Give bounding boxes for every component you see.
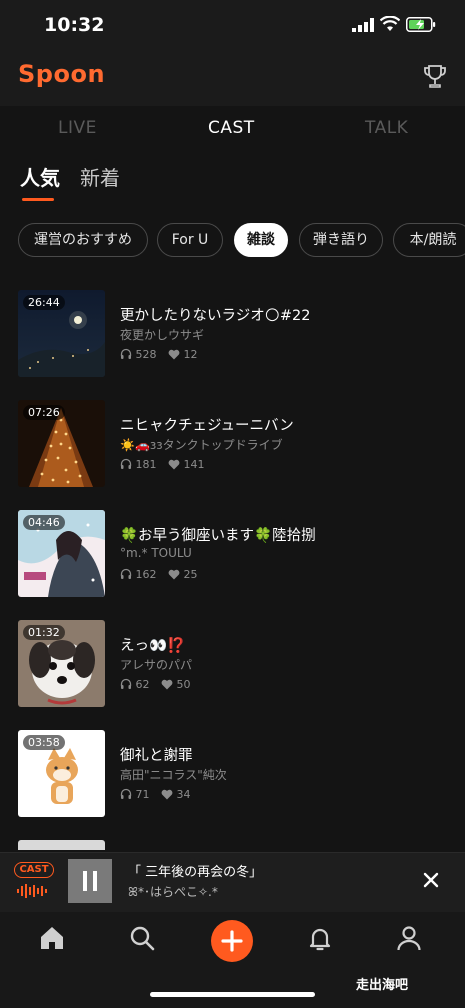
profile-icon[interactable]: [395, 924, 423, 952]
cast-title: 🍀お早う御座います🍀陸拾捌: [120, 528, 316, 544]
cast-item[interactable]: 26:44 更かしたりないラジオ🌕#22 夜更かしウサギ 528 12: [0, 290, 465, 380]
heart-icon: [168, 459, 180, 470]
tab-live[interactable]: LIVE: [58, 118, 97, 138]
trophy-icon[interactable]: [423, 64, 447, 90]
bottom-nav: 走出海吧: [0, 912, 465, 1008]
cast-thumbnail: [18, 840, 105, 850]
cast-stats: 71 34: [120, 788, 191, 801]
cast-plays: 528: [135, 348, 157, 361]
cast-likes: 12: [183, 348, 198, 361]
plus-icon: [221, 930, 243, 952]
cast-author: アレサのパパ: [120, 658, 193, 672]
headphones-icon: [120, 458, 132, 469]
mini-player[interactable]: CAST 「 三年後の再会の冬」 ꕤ*･はらぺこ✧.*: [0, 852, 465, 912]
cast-duration: 07:26: [23, 405, 65, 420]
battery-icon: [406, 17, 436, 32]
cast-item[interactable]: 07:26 ニヒャクチェジューニバン ☀️🚗ззタンクトップドライブ 181 1…: [0, 400, 465, 490]
search-icon[interactable]: [128, 924, 156, 952]
cast-title: えっ👀⁉️: [120, 638, 186, 654]
cast-stats: 181 141: [120, 458, 205, 471]
heart-icon: [168, 349, 180, 360]
cast-item[interactable]: 01:32 えっ👀⁉️ アレサのパパ 62 50: [0, 620, 465, 710]
player-author: ꕤ*･はらぺこ✧.*: [128, 885, 218, 899]
headphones-icon: [120, 678, 132, 689]
cast-plays: 71: [135, 788, 150, 801]
wifi-icon: [380, 16, 400, 31]
spoon-logo[interactable]: Spoon: [18, 60, 105, 88]
create-button[interactable]: [211, 920, 253, 962]
cast-item-partial[interactable]: [0, 840, 465, 850]
cast-thumbnail: 03:58: [18, 730, 105, 817]
status-bar: 10:32: [0, 0, 465, 52]
cast-duration: 04:46: [23, 515, 65, 530]
cast-stats: 528 12: [120, 348, 198, 361]
home-indicator: [150, 992, 315, 997]
sort-tabs: 人気 新着: [0, 158, 465, 208]
chip-recommended[interactable]: 運営のおすすめ: [18, 223, 148, 257]
headphones-icon: [120, 788, 132, 799]
bell-icon[interactable]: [306, 924, 334, 952]
close-icon[interactable]: [422, 871, 440, 889]
cast-title: ニヒャクチェジューニバン: [120, 418, 294, 434]
cast-badge: CAST: [14, 862, 54, 878]
cast-author: °m.* TOULU: [120, 546, 192, 560]
cast-duration: 03:58: [23, 735, 65, 750]
equalizer-icon: [17, 884, 47, 898]
active-tab-indicator: [22, 198, 54, 201]
pause-icon[interactable]: [68, 859, 112, 903]
tab-popular[interactable]: 人気: [20, 162, 60, 191]
cast-thumbnail: 01:32: [18, 620, 105, 707]
cast-likes: 34: [176, 788, 191, 801]
tab-new[interactable]: 新着: [80, 162, 120, 191]
tab-talk[interactable]: TALK: [365, 118, 408, 138]
chip-reading[interactable]: 本/朗読: [393, 223, 465, 257]
cast-thumbnail: 26:44: [18, 290, 105, 377]
headphones-icon: [120, 568, 132, 579]
heart-icon: [161, 679, 173, 690]
chip-for-u[interactable]: For U: [157, 223, 223, 257]
status-time: 10:32: [44, 14, 105, 36]
player-title: 「 三年後の再会の冬」: [128, 865, 263, 880]
heart-icon: [168, 569, 180, 580]
cast-duration: 01:32: [23, 625, 65, 640]
cast-plays: 181: [135, 458, 157, 471]
main-tabs: LIVE CAST TALK: [0, 106, 465, 152]
headphones-icon: [120, 348, 132, 359]
cast-stats: 162 25: [120, 568, 198, 581]
cast-author: 高田"ニコラス"純次: [120, 768, 227, 782]
category-chips: 運営のおすすめ For U 雑談 弾き語り 本/朗読: [0, 223, 465, 259]
cast-title: 御礼と謝罪: [120, 748, 193, 764]
cast-duration: 26:44: [23, 295, 65, 310]
cast-author: 夜更かしウサギ: [120, 328, 205, 342]
home-icon[interactable]: [38, 924, 66, 952]
chip-singing[interactable]: 弾き語り: [299, 223, 383, 257]
cast-likes: 50: [176, 678, 191, 691]
cast-stats: 62 50: [120, 678, 191, 691]
cast-likes: 141: [183, 458, 205, 471]
cast-thumbnail: 07:26: [18, 400, 105, 487]
watermark: 走出海吧: [356, 978, 409, 993]
cast-item[interactable]: 04:46 🍀お早う御座います🍀陸拾捌 °m.* TOULU 162 25: [0, 510, 465, 600]
signal-icon: [352, 18, 374, 32]
player-thumbnail[interactable]: [68, 859, 112, 903]
cast-author: ☀️🚗ззタンクトップドライブ: [120, 438, 283, 452]
cast-plays: 62: [135, 678, 150, 691]
app-header: Spoon: [0, 52, 465, 106]
chip-chat[interactable]: 雑談: [234, 223, 288, 257]
cast-item[interactable]: 03:58 御礼と謝罪 高田"ニコラス"純次 71 34: [0, 730, 465, 820]
tab-cast[interactable]: CAST: [208, 118, 255, 138]
cast-likes: 25: [183, 568, 198, 581]
heart-icon: [161, 789, 173, 800]
cast-plays: 162: [135, 568, 157, 581]
cast-thumbnail: 04:46: [18, 510, 105, 597]
cast-title: 更かしたりないラジオ🌕#22: [120, 308, 311, 324]
